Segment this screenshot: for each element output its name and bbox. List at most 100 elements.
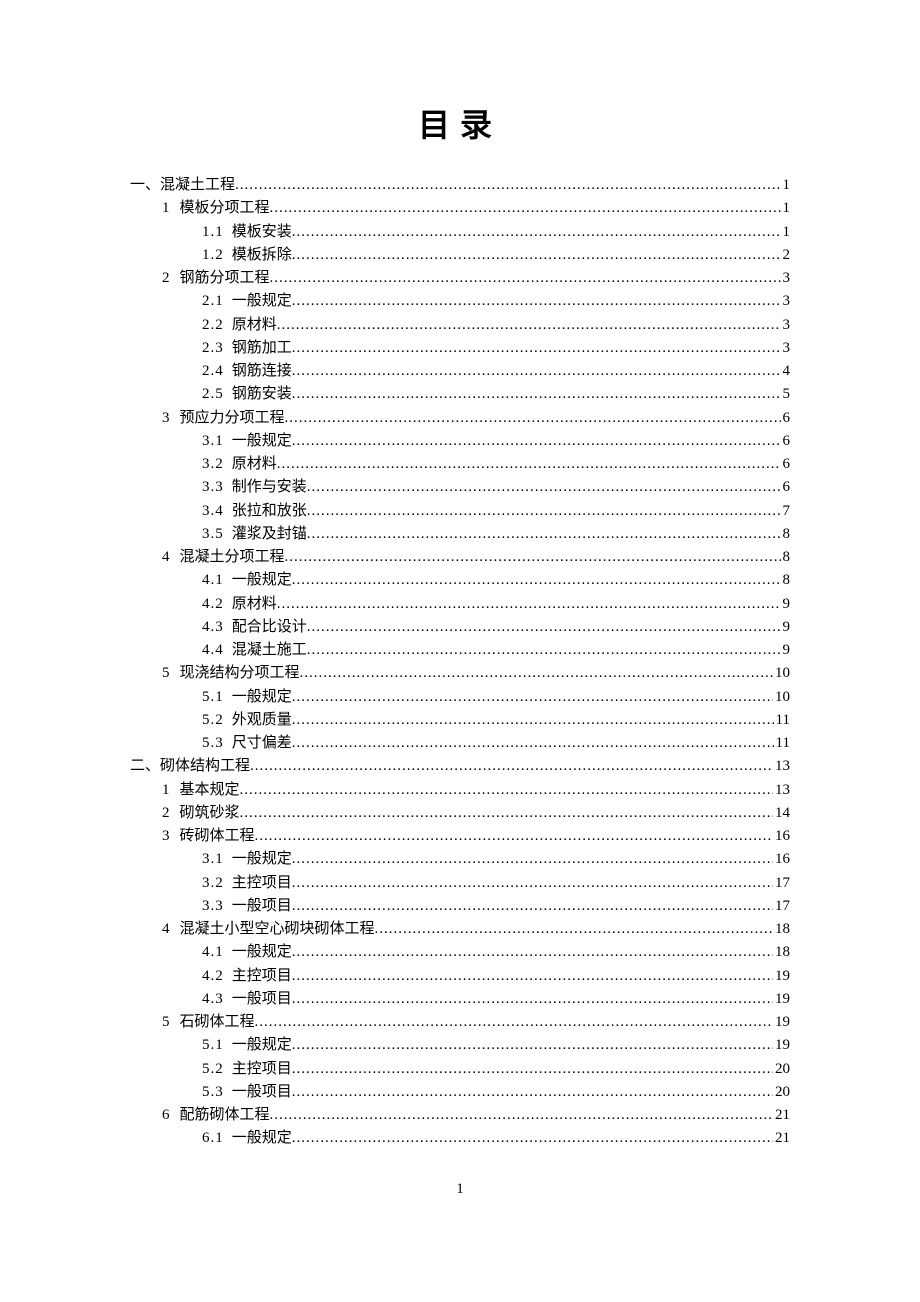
toc-entry-number: 6.1 xyxy=(202,1127,224,1150)
toc-dot-leader xyxy=(292,941,773,956)
toc-entry: 2.3钢筋加工3 xyxy=(130,337,790,360)
toc-entry-label: 原材料 xyxy=(232,596,277,612)
toc-entry-page: 6 xyxy=(781,476,791,499)
toc-entry-number: 5.3 xyxy=(202,732,224,755)
toc-dot-leader xyxy=(292,965,773,980)
toc-entry-label: 一般规定 xyxy=(232,689,292,705)
toc-entry-label: 配筋砌体工程 xyxy=(180,1107,270,1123)
toc-entry-text: 5.1一般规定 xyxy=(202,686,292,709)
toc-dot-leader xyxy=(235,174,780,189)
toc-dot-leader xyxy=(292,383,781,398)
toc-dot-leader xyxy=(292,988,773,1003)
toc-entry-label: 尺寸偏差 xyxy=(232,735,292,751)
toc-dot-leader xyxy=(307,523,781,538)
toc-entry-page: 9 xyxy=(781,639,791,662)
toc-entry-text: 3.5灌浆及封锚 xyxy=(202,523,307,546)
toc-entry-text: 4.3配合比设计 xyxy=(202,616,307,639)
toc-entry-number: 一、 xyxy=(130,177,160,193)
toc-entry-label: 一般规定 xyxy=(232,851,292,867)
toc-entry-page: 17 xyxy=(773,895,790,918)
toc-entry-page: 6 xyxy=(781,453,791,476)
page-title: 目录 xyxy=(130,100,790,146)
toc-entry-label: 一般规定 xyxy=(232,293,292,309)
toc-entry-page: 3 xyxy=(781,290,791,313)
toc-dot-leader xyxy=(292,244,781,259)
toc-entry-page: 7 xyxy=(781,500,791,523)
toc-entry: 4混凝土小型空心砌块砌体工程18 xyxy=(130,918,790,941)
toc-dot-leader xyxy=(277,453,781,468)
toc-dot-leader xyxy=(270,267,781,282)
toc-entry: 1.2模板拆除2 xyxy=(130,244,790,267)
toc-entry-label: 一般规定 xyxy=(232,1130,292,1146)
toc-entry: 3预应力分项工程6 xyxy=(130,407,790,430)
toc-entry-text: 5石砌体工程 xyxy=(162,1011,255,1034)
toc-entry-number: 3 xyxy=(162,407,170,430)
toc-entry: 2砌筑砂浆14 xyxy=(130,802,790,825)
toc-entry-text: 5现浇结构分项工程 xyxy=(162,662,300,685)
toc-entry-text: 5.2主控项目 xyxy=(202,1058,292,1081)
toc-entry: 4.2主控项目19 xyxy=(130,965,790,988)
toc-dot-leader xyxy=(292,1127,773,1142)
toc-entry-page: 20 xyxy=(773,1081,790,1104)
toc-entry-text: 1模板分项工程 xyxy=(162,197,270,220)
toc-entry: 3.4张拉和放张7 xyxy=(130,500,790,523)
toc-entry: 4.4混凝土施工9 xyxy=(130,639,790,662)
toc-entry-page: 13 xyxy=(773,755,790,778)
toc-entry: 3.2 主控项目 17 xyxy=(130,872,790,895)
toc-entry-text: 4.2主控项目 xyxy=(202,965,292,988)
toc-entry-number: 3.2 xyxy=(202,872,224,895)
toc-entry-number: 4 xyxy=(162,918,170,941)
toc-entry-page: 19 xyxy=(773,1011,790,1034)
toc-dot-leader xyxy=(292,1034,773,1049)
toc-entry-label: 制作与安装 xyxy=(232,479,307,495)
toc-entry-page: 17 xyxy=(773,872,790,895)
toc-entry: 1.1模板安装1 xyxy=(130,221,790,244)
toc-entry-number: 5.2 xyxy=(202,1058,224,1081)
toc-entry-text: 4混凝土小型空心砌块砌体工程 xyxy=(162,918,375,941)
toc-entry-label: 原材料 xyxy=(232,317,277,333)
toc-entry: 4.2原材料9 xyxy=(130,593,790,616)
toc-entry-page: 19 xyxy=(773,1034,790,1057)
toc-entry-page: 21 xyxy=(773,1127,790,1150)
toc-entry-label: 混凝土施工 xyxy=(232,642,307,658)
toc-dot-leader xyxy=(240,779,773,794)
toc-entry-text: 5.2外观质量 xyxy=(202,709,292,732)
toc-entry: 4.1一般规定18 xyxy=(130,941,790,964)
toc-entry-label: 主控项目 xyxy=(232,875,292,891)
toc-dot-leader xyxy=(292,686,773,701)
toc-entry-number: 4.1 xyxy=(202,569,224,592)
toc-dot-leader xyxy=(270,1104,773,1119)
toc-entry-number: 6 xyxy=(162,1104,170,1127)
toc-entry: 6配筋砌体工程21 xyxy=(130,1104,790,1127)
toc-entry-label: 一般规定 xyxy=(232,944,292,960)
toc-entry-number: 4.3 xyxy=(202,616,224,639)
toc-dot-leader xyxy=(307,616,781,631)
toc-entry-text: 3.3一般项目 xyxy=(202,895,292,918)
toc-entry-text: 5.3一般项目 xyxy=(202,1081,292,1104)
toc-entry: 5石砌体工程 19 xyxy=(130,1011,790,1034)
toc-entry-number: 3.1 xyxy=(202,848,224,871)
toc-entry: 5现浇结构分项工程10 xyxy=(130,662,790,685)
toc-entry-label: 石砌体工程 xyxy=(180,1014,255,1030)
toc-entry-label: 模板拆除 xyxy=(232,247,292,263)
toc-entry-page: 6 xyxy=(781,430,791,453)
toc-entry: 5.1一般规定10 xyxy=(130,686,790,709)
toc-entry-label: 混凝土工程 xyxy=(160,177,235,193)
toc-entry: 5.2外观质量11 xyxy=(130,709,790,732)
toc-entry-number: 2.2 xyxy=(202,314,224,337)
toc-dot-leader xyxy=(292,337,781,352)
toc-entry-page: 6 xyxy=(781,407,791,430)
toc-entry-number: 4 xyxy=(162,546,170,569)
toc-entry-page: 11 xyxy=(774,732,790,755)
toc-entry: 5.1一般规定19 xyxy=(130,1034,790,1057)
toc-dot-leader xyxy=(285,407,781,422)
toc-entry-number: 3.3 xyxy=(202,895,224,918)
toc-entry-label: 钢筋连接 xyxy=(232,363,292,379)
toc-entry-label: 一般项目 xyxy=(232,1084,292,1100)
toc-entry-label: 模板分项工程 xyxy=(180,200,270,216)
toc-dot-leader xyxy=(300,662,773,677)
toc-dot-leader xyxy=(250,755,773,770)
toc-entry-number: 3.1 xyxy=(202,430,224,453)
toc-entry-label: 原材料 xyxy=(232,456,277,472)
toc-entry-number: 3 xyxy=(162,825,170,848)
